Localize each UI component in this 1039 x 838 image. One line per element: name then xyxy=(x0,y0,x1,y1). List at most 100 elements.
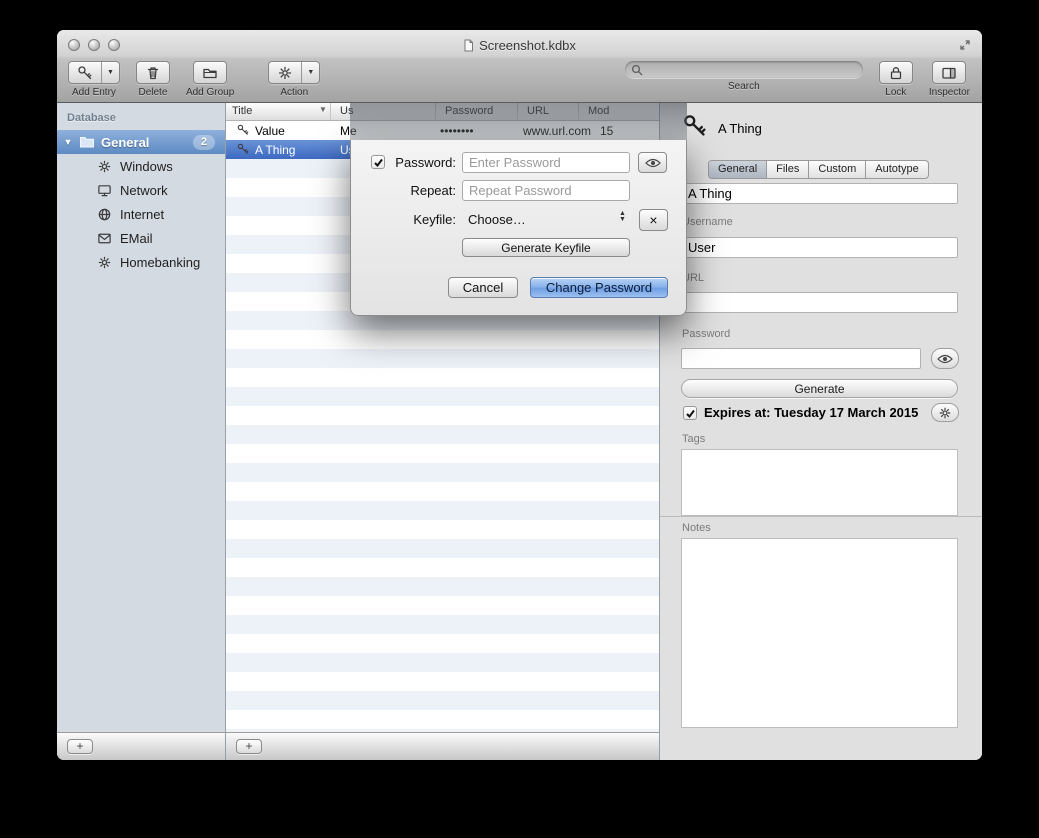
sidebar-section-header: Database xyxy=(57,103,225,130)
trash-icon xyxy=(137,62,169,83)
sidebar-item-email[interactable]: EMail xyxy=(57,226,225,250)
sidebar-item-homebanking[interactable]: Homebanking xyxy=(57,250,225,274)
password-label: Password xyxy=(682,328,730,340)
generate-keyfile-button[interactable]: Generate Keyfile xyxy=(462,238,630,257)
search-label: Search xyxy=(728,81,760,92)
tags-label: Tags xyxy=(682,433,705,445)
sidebar-item-label: Internet xyxy=(120,207,164,222)
tab-general[interactable]: General xyxy=(709,161,767,178)
popup-arrows-icon[interactable]: ▲▼ xyxy=(619,211,626,223)
inspector-label: Inspector xyxy=(929,87,970,98)
add-entry-footer-button[interactable]: + xyxy=(236,739,262,754)
reveal-password-button[interactable] xyxy=(931,348,959,369)
inspector-tabs: General Files Custom Autotype xyxy=(708,160,929,179)
eye-icon xyxy=(645,158,661,168)
folder-icon xyxy=(194,62,226,83)
key-icon xyxy=(69,62,101,83)
gear-icon xyxy=(269,62,301,83)
sheet-repeat-input[interactable] xyxy=(462,180,630,201)
sheet-reveal-password-button[interactable] xyxy=(638,152,667,173)
sidebar-item-label: Windows xyxy=(120,159,173,174)
notes-label: Notes xyxy=(682,522,711,534)
delete-group: Delete xyxy=(136,61,170,103)
disclosure-triangle-icon[interactable]: ▼ xyxy=(57,137,79,147)
change-password-sheet: Password: Repeat: Keyfile: Choose… ▲▼ × … xyxy=(350,140,687,316)
delete-label: Delete xyxy=(138,87,167,98)
key-icon xyxy=(237,143,249,155)
sidebar-item-label: Homebanking xyxy=(120,255,200,270)
document-icon xyxy=(463,39,474,52)
lock-button[interactable] xyxy=(879,61,913,84)
sheet-password-label: Password: xyxy=(369,155,456,170)
keyfile-popup[interactable]: Choose… xyxy=(468,212,526,227)
expires-settings-button[interactable] xyxy=(931,403,959,422)
cancel-button[interactable]: Cancel xyxy=(448,277,518,298)
generate-password-button[interactable]: Generate xyxy=(681,379,958,398)
sidebar-group-general[interactable]: ▼ General 2 xyxy=(57,130,225,154)
window-title-area: Screenshot.kdbx xyxy=(57,36,982,54)
window-chrome: Screenshot.kdbx ▼ Add Entry Del xyxy=(57,30,982,103)
tags-box[interactable] xyxy=(681,449,958,516)
username-label: Username xyxy=(682,216,733,228)
column-sort-icon[interactable]: ▼ xyxy=(319,105,327,114)
action-button[interactable]: ▼ xyxy=(268,61,320,84)
lock-label: Lock xyxy=(885,87,906,98)
tab-custom[interactable]: Custom xyxy=(809,161,866,178)
eye-icon xyxy=(937,354,953,364)
globe-icon xyxy=(97,207,112,222)
tab-files[interactable]: Files xyxy=(767,161,809,178)
app-window: Screenshot.kdbx ▼ Add Entry Del xyxy=(57,30,982,760)
chevron-down-icon[interactable]: ▼ xyxy=(301,62,319,83)
notes-box[interactable] xyxy=(681,538,958,728)
inspector-entry-title: A Thing xyxy=(718,121,762,136)
folder-icon xyxy=(79,135,95,149)
sidebar-item-internet[interactable]: Internet xyxy=(57,202,225,226)
add-group-footer-button[interactable]: + xyxy=(67,739,93,754)
add-entry-button[interactable]: ▼ xyxy=(68,61,120,84)
fullscreen-icon[interactable] xyxy=(958,38,972,52)
checkmark-icon xyxy=(685,408,696,419)
lock-group: Lock xyxy=(879,61,913,103)
search-field[interactable] xyxy=(625,61,863,78)
lock-icon xyxy=(880,62,912,83)
entry-list-footer: + xyxy=(226,732,659,760)
cell-title: A Thing xyxy=(255,143,295,157)
add-group-label: Add Group xyxy=(186,87,234,98)
action-group: ▼ Action xyxy=(268,61,320,103)
username-field[interactable] xyxy=(681,237,958,258)
column-header-title[interactable]: Title xyxy=(232,105,252,117)
inspector-group: Inspector xyxy=(929,61,970,103)
add-entry-label: Add Entry xyxy=(72,87,116,98)
tab-autotype[interactable]: Autotype xyxy=(866,161,927,178)
inspector-button[interactable] xyxy=(932,61,966,84)
sidebar-item-windows[interactable]: Windows xyxy=(57,154,225,178)
password-field[interactable] xyxy=(681,348,921,369)
display-icon xyxy=(97,183,112,198)
cell-title: Value xyxy=(255,124,285,138)
clear-keyfile-button[interactable]: × xyxy=(639,209,668,231)
title-field[interactable] xyxy=(681,183,958,204)
chevron-down-icon[interactable]: ▼ xyxy=(101,62,119,83)
add-group-group: Add Group xyxy=(186,61,234,103)
delete-button[interactable] xyxy=(136,61,170,84)
expires-checkbox[interactable] xyxy=(683,406,697,420)
gear-icon xyxy=(97,255,112,270)
gear-icon xyxy=(97,159,112,174)
inspector-panel-icon xyxy=(933,62,965,83)
envelope-icon xyxy=(97,231,112,246)
url-field[interactable] xyxy=(681,292,958,313)
action-label: Action xyxy=(280,87,308,98)
column-divider[interactable] xyxy=(330,103,331,120)
add-group-button[interactable] xyxy=(193,61,227,84)
sheet-keyfile-label: Keyfile: xyxy=(369,212,456,227)
search-input[interactable] xyxy=(647,63,857,77)
gear-icon xyxy=(938,406,952,420)
sheet-dim-overlay xyxy=(350,103,687,140)
sidebar-item-label: EMail xyxy=(120,231,153,246)
sheet-password-input[interactable] xyxy=(462,152,630,173)
group-count-badge: 2 xyxy=(193,135,215,150)
change-password-button[interactable]: Change Password xyxy=(530,277,668,298)
search-icon xyxy=(631,64,643,76)
sidebar-item-label: Network xyxy=(120,183,168,198)
sidebar-item-network[interactable]: Network xyxy=(57,178,225,202)
